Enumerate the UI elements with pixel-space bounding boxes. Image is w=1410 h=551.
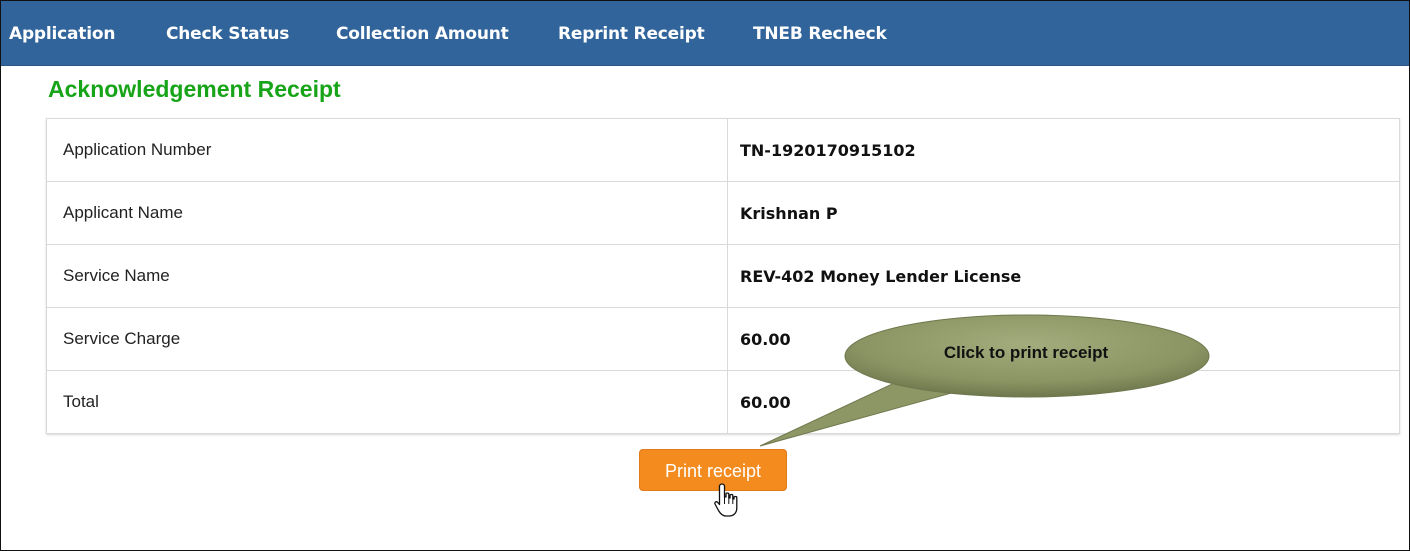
row-value-application-number: TN-1920170915102 (727, 118, 1400, 182)
row-label-service-name: Service Name (46, 244, 728, 308)
page-frame: Application Check Status Collection Amou… (0, 0, 1410, 551)
top-nav-bar: Application Check Status Collection Amou… (1, 1, 1409, 66)
row-value-total: 60.00 (727, 370, 1400, 434)
nav-item-tneb-recheck[interactable]: TNEB Recheck (753, 24, 887, 44)
row-value-service-name: REV-402 Money Lender License (727, 244, 1400, 308)
table-row: Service Charge 60.00 (46, 307, 1400, 371)
row-label-application-number: Application Number (46, 118, 728, 182)
row-value-applicant-name: Krishnan P (727, 181, 1400, 245)
nav-item-check-status[interactable]: Check Status (166, 24, 289, 44)
nav-item-collection-amount[interactable]: Collection Amount (336, 24, 509, 44)
callout-text: Click to print receipt (943, 343, 1109, 362)
table-row: Applicant Name Krishnan P (46, 181, 1400, 245)
page-title: Acknowledgement Receipt (48, 76, 341, 102)
table-row: Service Name REV-402 Money Lender Licens… (46, 244, 1400, 308)
nav-item-application[interactable]: Application (9, 24, 115, 44)
hand-pointer-icon (714, 483, 738, 517)
row-label-applicant-name: Applicant Name (46, 181, 728, 245)
table-row: Application Number TN-1920170915102 (46, 118, 1400, 182)
row-label-total: Total (46, 370, 728, 434)
nav-item-reprint-receipt[interactable]: Reprint Receipt (558, 24, 705, 44)
receipt-table: Application Number TN-1920170915102 Appl… (46, 118, 1400, 434)
row-label-service-charge: Service Charge (46, 307, 728, 371)
table-row: Total 60.00 (46, 370, 1400, 434)
